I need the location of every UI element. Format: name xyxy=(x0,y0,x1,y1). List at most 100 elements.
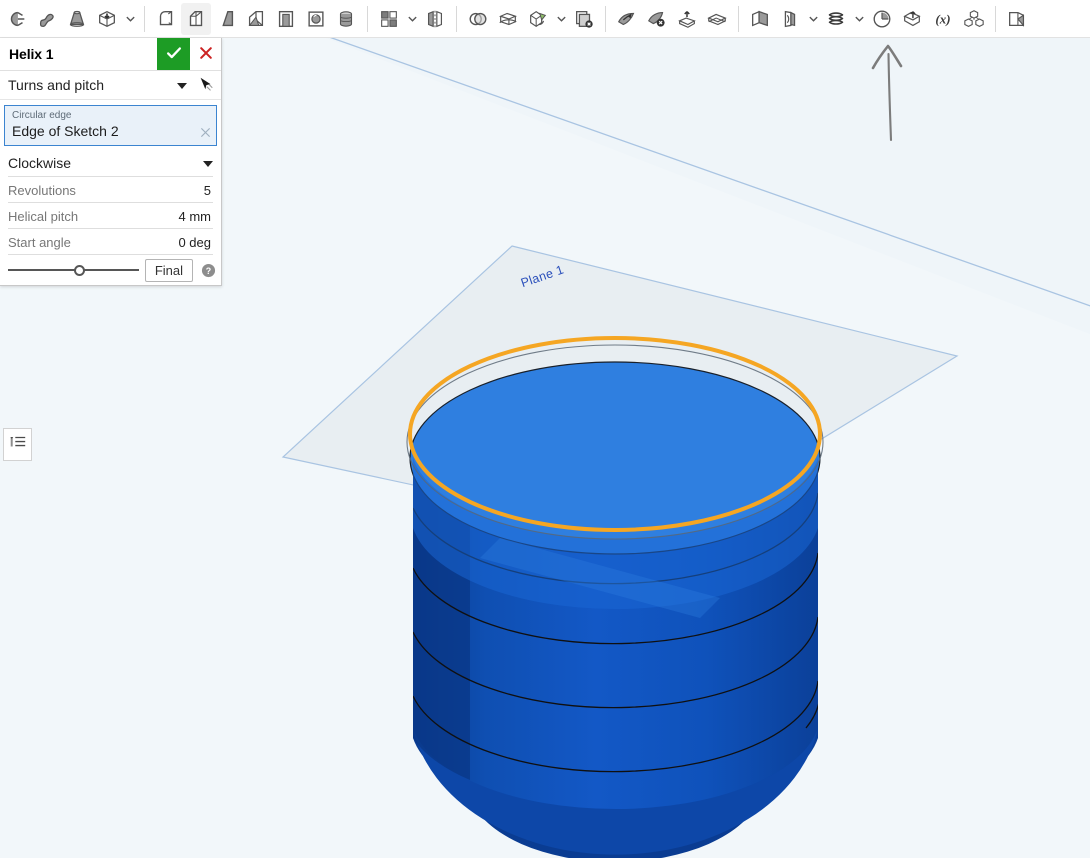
delete-part-icon-button[interactable] xyxy=(569,3,599,35)
hole-icon xyxy=(305,8,327,30)
thicken-icon-button[interactable] xyxy=(92,3,122,35)
dialog-header: Helix 1 xyxy=(0,38,221,71)
toolbar-divider xyxy=(456,5,457,32)
delete-face-icon xyxy=(646,8,668,30)
replace-face-icon-button[interactable] xyxy=(672,3,702,35)
draft-icon-button[interactable] xyxy=(211,3,241,35)
sketch-plane-icon-button[interactable] xyxy=(775,3,805,35)
toolbar-divider xyxy=(367,5,368,32)
sweep-icon-button[interactable] xyxy=(2,3,32,35)
revolutions-input[interactable]: 5 xyxy=(76,183,213,202)
assembly-icon-button[interactable] xyxy=(959,3,989,35)
fillet-icon xyxy=(155,8,177,30)
slider-thumb[interactable] xyxy=(74,264,86,276)
helix-icon xyxy=(825,8,847,30)
import-icon xyxy=(901,8,923,30)
selection-cursor-icon[interactable] xyxy=(195,76,217,94)
helix-group-chevron-down-icon[interactable] xyxy=(851,3,867,35)
parameter-row-helical-pitch[interactable]: Helical pitch 4 mm xyxy=(8,203,213,229)
help-icon[interactable]: ? xyxy=(199,263,217,278)
x-icon xyxy=(198,45,214,64)
shell-icon-button[interactable] xyxy=(271,3,301,35)
svg-text:?: ? xyxy=(205,265,210,275)
feature-list-toggle-button[interactable] xyxy=(3,428,32,461)
query-value: Edge of Sketch 2 xyxy=(12,123,119,139)
sketch-plane-icon xyxy=(779,8,801,30)
plane-icon-button[interactable] xyxy=(745,3,775,35)
section-view-icon xyxy=(1006,8,1028,30)
shell-icon xyxy=(275,8,297,30)
assembly-icon xyxy=(963,8,985,30)
toolbar-divider xyxy=(605,5,606,32)
offset-surface-icon xyxy=(706,8,728,30)
feature-toolbar[interactable]: (x) xyxy=(0,0,1090,38)
onshape-app-window: Plane 1 (x) Helix 1 Turns and pitch Circ… xyxy=(0,0,1090,858)
delete-part-icon xyxy=(573,8,595,30)
chevron-down-icon[interactable] xyxy=(203,156,213,171)
move-face-icon xyxy=(616,8,638,30)
sweep-group-chevron-down-icon[interactable] xyxy=(122,3,138,35)
helix-feature-dialog[interactable]: Helix 1 Turns and pitch Circular edge Ed… xyxy=(0,38,222,286)
clock-icon-button[interactable] xyxy=(867,3,897,35)
replace-face-icon xyxy=(676,8,698,30)
plane-icon xyxy=(749,8,771,30)
helix-direction-value: Clockwise xyxy=(8,155,72,171)
import-icon-button[interactable] xyxy=(897,3,927,35)
start-angle-input[interactable]: 0 deg xyxy=(71,235,213,254)
preview-slider[interactable] xyxy=(8,260,139,280)
transform-icon xyxy=(527,8,549,30)
transform-icon-button[interactable] xyxy=(523,3,553,35)
mirror-icon-button[interactable] xyxy=(420,3,450,35)
plane-group-chevron-down-icon[interactable] xyxy=(805,3,821,35)
check-icon xyxy=(165,44,183,65)
parameter-row-start-angle[interactable]: Start angle 0 deg xyxy=(8,229,213,255)
revolve-taper-icon-button[interactable] xyxy=(62,3,92,35)
toolbar-divider xyxy=(144,5,145,32)
clear-x-icon[interactable] xyxy=(200,127,211,139)
loft-icon xyxy=(36,8,58,30)
pattern-group-chevron-down-icon[interactable] xyxy=(404,3,420,35)
sweep-icon xyxy=(6,8,28,30)
cancel-button[interactable] xyxy=(190,38,221,70)
clock-icon xyxy=(871,8,893,30)
feature-list-icon xyxy=(9,433,27,456)
circular-edge-query-selector[interactable]: Circular edge Edge of Sketch 2 xyxy=(4,105,217,146)
chamfer-icon xyxy=(185,8,207,30)
chevron-down-icon[interactable] xyxy=(177,78,187,93)
boolean-icon-button[interactable] xyxy=(463,3,493,35)
loft-icon-button[interactable] xyxy=(32,3,62,35)
fillet-icon-button[interactable] xyxy=(151,3,181,35)
revolve-taper-icon xyxy=(66,8,88,30)
split-icon-button[interactable] xyxy=(493,3,523,35)
toolbar-divider xyxy=(738,5,739,32)
helical-pitch-input[interactable]: 4 mm xyxy=(78,209,213,228)
confirm-button[interactable] xyxy=(157,38,190,70)
final-preview-button[interactable]: Final xyxy=(144,258,193,282)
section-view-icon-button[interactable] xyxy=(1002,3,1032,35)
linear-pattern-icon-button[interactable] xyxy=(374,3,404,35)
rib-icon xyxy=(245,8,267,30)
chamfer-icon-button[interactable] xyxy=(181,2,211,35)
toolbar-divider xyxy=(995,5,996,32)
rib-icon-button[interactable] xyxy=(241,3,271,35)
hole-icon-button[interactable] xyxy=(301,3,331,35)
helix-direction-dropdown[interactable]: Clockwise xyxy=(8,150,213,177)
delete-face-icon-button[interactable] xyxy=(642,3,672,35)
boolean-group-chevron-down-icon[interactable] xyxy=(553,3,569,35)
helix-icon-button[interactable] xyxy=(821,3,851,35)
mirror-icon xyxy=(424,8,446,30)
dialog-footer: Final ? xyxy=(0,255,221,285)
thread-icon xyxy=(335,8,357,30)
variable-icon-button[interactable]: (x) xyxy=(927,3,959,35)
move-face-icon-button[interactable] xyxy=(612,3,642,35)
helix-method-dropdown[interactable]: Turns and pitch xyxy=(0,71,221,100)
cylinder-solid[interactable] xyxy=(406,344,824,858)
helix-method-value: Turns and pitch xyxy=(8,77,104,93)
offset-surface-icon-button[interactable] xyxy=(702,3,732,35)
parameter-label: Revolutions xyxy=(8,183,76,198)
parameter-row-revolutions[interactable]: Revolutions 5 xyxy=(8,177,213,203)
slider-track xyxy=(8,269,139,271)
parameter-label: Start angle xyxy=(8,235,71,250)
svg-text:(x): (x) xyxy=(935,11,950,26)
thread-icon-button[interactable] xyxy=(331,3,361,35)
